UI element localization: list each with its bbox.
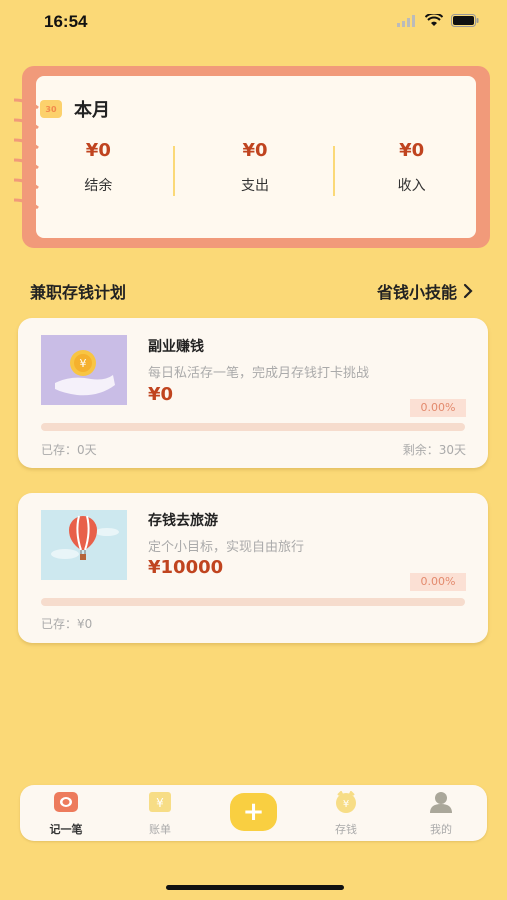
tab-mine[interactable]: 我的: [411, 791, 471, 837]
plan-card-travel[interactable]: 存钱去旅游 定个小目标，实现自由旅行 ¥10000 0.00% 已存：¥0: [18, 493, 488, 643]
summary-header: 30 本月: [40, 96, 110, 122]
month-title: 本月: [74, 100, 110, 121]
status-bar: 16:54: [0, 0, 507, 44]
expense-value: ¥0: [242, 140, 268, 161]
bill-icon: ¥: [149, 792, 171, 812]
plan-percent: 0.00%: [410, 573, 466, 591]
income-label: 收入: [397, 178, 426, 194]
hot-air-balloon-icon: [41, 510, 127, 580]
plan-percent: 0.00%: [410, 399, 466, 417]
plan-progress-bar: [41, 423, 465, 431]
plan-remaining: 剩余：30天: [402, 443, 466, 457]
home-indicator: [166, 885, 344, 890]
money-tips-link[interactable]: 省钱小技能: [377, 279, 473, 303]
section-title: 兼职存钱计划: [30, 283, 127, 302]
battery-icon: [451, 14, 479, 27]
plan-progress-bar: [41, 598, 465, 606]
stat-divider: [173, 146, 175, 196]
plan-amount: ¥0: [148, 384, 174, 405]
status-time: 16:54: [44, 12, 88, 31]
balance-value: ¥0: [85, 140, 111, 161]
plan-saved: 已存：¥0: [41, 617, 93, 631]
tab-record[interactable]: 记一笔: [36, 791, 96, 837]
income-value: ¥0: [399, 140, 425, 161]
add-record-button[interactable]: +: [230, 793, 277, 831]
chevron-right-icon: [463, 283, 473, 299]
tab-label: 账单: [149, 823, 171, 836]
calendar-icon: 30: [40, 100, 62, 118]
summary-stats: ¥0 结余 ¥0 支出 ¥0 收入: [20, 140, 490, 200]
piggy-bank-icon: ¥: [336, 790, 356, 813]
signal-icon: [397, 14, 415, 27]
stat-balance[interactable]: ¥0 结余: [20, 140, 177, 200]
plan-description: 定个小目标，实现自由旅行: [148, 540, 305, 555]
tab-label: 我的: [430, 823, 452, 836]
svg-text:¥: ¥: [156, 796, 164, 810]
expense-label: 支出: [241, 178, 269, 194]
notebook-icon: [54, 792, 78, 812]
status-icons: [397, 14, 479, 27]
tab-label: 存钱: [335, 823, 357, 836]
svg-text:¥: ¥: [80, 357, 87, 370]
plan-description: 每日私活存一笔，完成月存钱打卡挑战: [148, 366, 370, 381]
plan-name: 副业赚钱: [148, 339, 204, 355]
tab-bill[interactable]: ¥ 账单: [130, 791, 190, 837]
coin-hand-icon: ¥: [41, 335, 127, 405]
stat-expense[interactable]: ¥0 支出: [177, 140, 334, 200]
balance-label: 结余: [84, 178, 113, 194]
stat-income[interactable]: ¥0 收入: [333, 140, 490, 200]
tab-label: 记一笔: [49, 823, 83, 836]
tab-save[interactable]: ¥ 存钱: [316, 790, 376, 837]
wifi-icon: [425, 14, 443, 26]
plan-name: 存钱去旅游: [148, 513, 218, 529]
plan-amount: ¥10000: [148, 557, 224, 578]
stat-divider: [333, 146, 335, 196]
svg-text:¥: ¥: [343, 799, 349, 810]
bottom-tab-bar: 记一笔 ¥ 账单 + ¥ 存钱 我的: [20, 785, 487, 841]
plan-saved: 已存：0天: [41, 443, 97, 457]
money-tips-label: 省钱小技能: [376, 283, 457, 302]
plan-card-side-job[interactable]: ¥ 副业赚钱 每日私活存一笔，完成月存钱打卡挑战 ¥0 0.00% 已存：0天 …: [18, 318, 488, 468]
user-icon: [430, 792, 452, 813]
